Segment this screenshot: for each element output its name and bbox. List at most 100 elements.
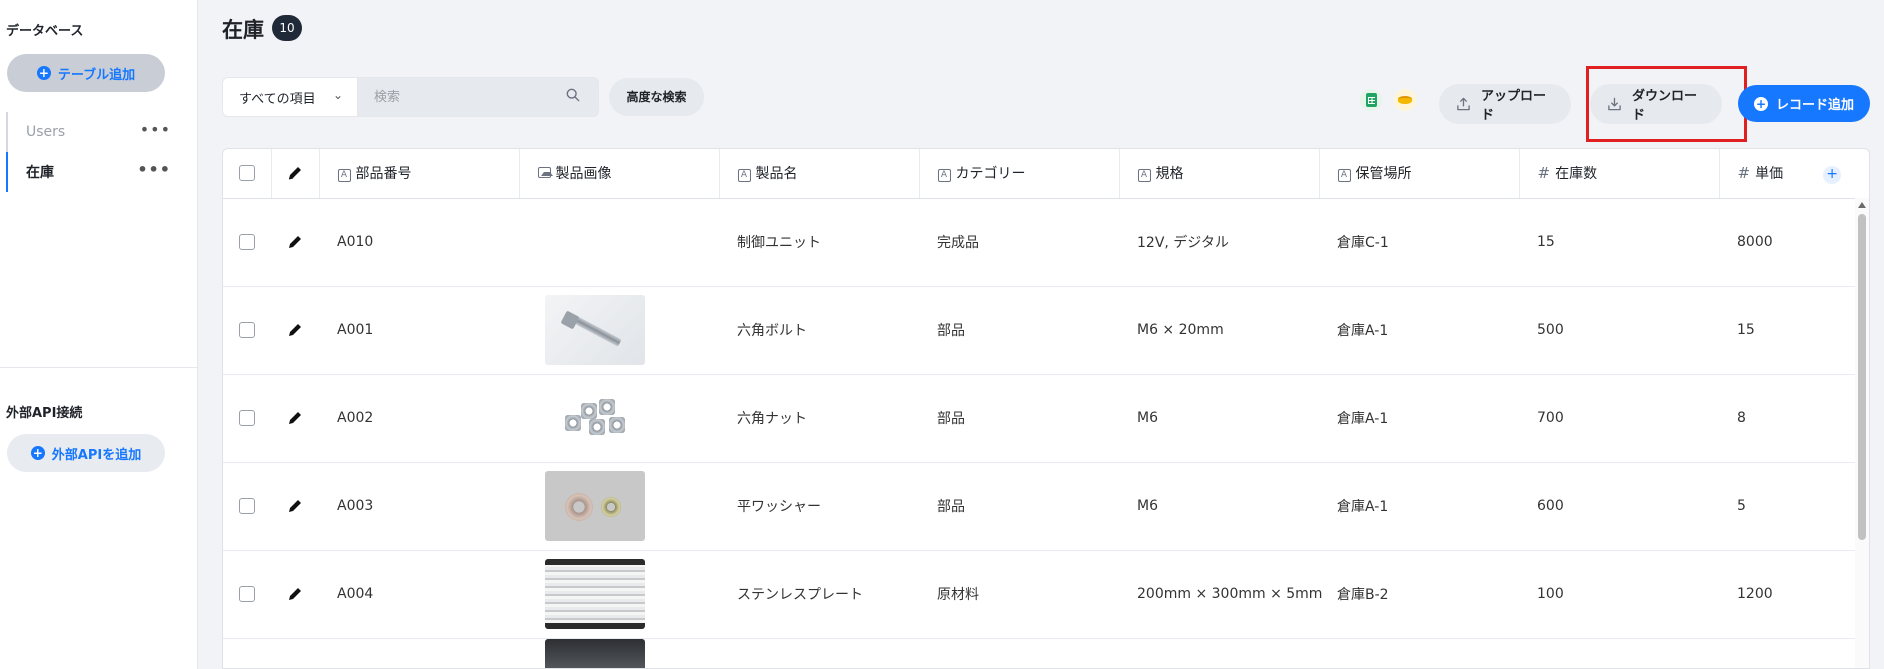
sidebar-item-inventory[interactable]: 在庫 ••• — [6, 152, 171, 192]
pencil-icon[interactable] — [286, 497, 304, 515]
product-image-plate[interactable] — [545, 559, 645, 629]
cell-stock[interactable]: 700 — [1519, 374, 1719, 463]
search-icon[interactable] — [566, 88, 580, 102]
row-checkbox[interactable] — [239, 498, 255, 514]
pencil-icon[interactable] — [286, 409, 304, 427]
cell-price[interactable]: 1200 — [1719, 550, 1857, 639]
cell-price[interactable]: 8000 — [1719, 198, 1857, 287]
cell-image[interactable] — [519, 550, 719, 639]
cell-stock[interactable]: 500 — [1519, 286, 1719, 375]
scroll-up-arrow-icon[interactable] — [1858, 202, 1866, 208]
pencil-icon[interactable] — [286, 321, 304, 339]
cell-stock[interactable] — [1519, 638, 1719, 668]
google-sheets-icon[interactable] — [1360, 89, 1382, 111]
cell-category[interactable]: 完成品 — [919, 198, 1119, 287]
column-header-stock[interactable]: # 在庫数 — [1519, 149, 1720, 199]
cell-part-no[interactable] — [319, 638, 519, 668]
column-header-category[interactable]: A カテゴリー — [919, 149, 1120, 199]
upload-button[interactable]: アップロード — [1439, 84, 1571, 124]
cell-stock[interactable]: 15 — [1519, 198, 1719, 287]
cell-spec[interactable]: 200mm × 300mm × 5mm — [1119, 550, 1322, 639]
cell-price[interactable]: 5 — [1719, 462, 1857, 551]
cell-spec[interactable] — [1119, 638, 1319, 668]
download-button[interactable]: ダウンロード — [1590, 84, 1722, 124]
cell-spec[interactable]: M6 — [1119, 374, 1319, 463]
product-image-bolt[interactable] — [545, 295, 645, 365]
cell-image[interactable] — [519, 638, 719, 668]
cell-name[interactable]: 制御ユニット — [719, 198, 919, 287]
column-header-name[interactable]: A 製品名 — [719, 149, 920, 199]
column-header-location[interactable]: A 保管場所 — [1319, 149, 1520, 199]
cell-spec[interactable]: 12V, デジタル — [1119, 198, 1319, 287]
row-checkbox[interactable] — [239, 586, 255, 602]
cell-image[interactable] — [519, 198, 719, 287]
table-row[interactable] — [223, 638, 1857, 668]
cell-part-no[interactable]: A004 — [319, 550, 519, 639]
cell-price[interactable] — [1719, 638, 1857, 668]
cell-location[interactable]: 倉庫C-1 — [1319, 198, 1519, 287]
cell-category[interactable]: 部品 — [919, 286, 1119, 375]
column-header-price[interactable]: # 単価 + — [1719, 149, 1857, 199]
cell-location[interactable]: 倉庫A-1 — [1319, 286, 1519, 375]
cell-category[interactable]: 原材料 — [919, 550, 1119, 639]
sidebar-item-users[interactable]: Users ••• — [6, 112, 171, 152]
cell-spec[interactable]: M6 × 20mm — [1119, 286, 1319, 375]
cell-location[interactable]: 倉庫A-1 — [1319, 462, 1519, 551]
cell-name[interactable]: 六角ボルト — [719, 286, 919, 375]
product-image-washer[interactable] — [545, 471, 645, 541]
cell-image[interactable] — [519, 462, 719, 551]
add-table-button[interactable]: + テーブル追加 — [7, 54, 165, 92]
advanced-search-button[interactable]: 高度な検索 — [609, 78, 704, 116]
table-row[interactable]: A002 六角ナット 部品 M6 倉庫A-1 700 8 — [223, 374, 1857, 463]
cell-part-no[interactable]: A002 — [319, 374, 519, 463]
add-api-button[interactable]: + 外部APIを追加 — [7, 434, 165, 472]
cell-stock[interactable]: 100 — [1519, 550, 1719, 639]
cell-category[interactable]: 部品 — [919, 374, 1119, 463]
scrollbar-thumb[interactable] — [1858, 214, 1866, 540]
vertical-scrollbar[interactable] — [1855, 198, 1869, 668]
pencil-icon — [288, 167, 301, 180]
pencil-icon[interactable] — [286, 585, 304, 603]
cell-part-no[interactable]: A010 — [319, 198, 519, 287]
cell-image[interactable] — [519, 286, 719, 375]
column-header-spec[interactable]: A 規格 — [1119, 149, 1320, 199]
cell-location[interactable] — [1319, 638, 1519, 668]
field-filter-select[interactable]: すべての項目 ⌄ — [222, 77, 358, 117]
more-options-icon[interactable]: ••• — [140, 120, 171, 139]
product-image[interactable] — [545, 638, 645, 668]
cell-name[interactable]: 六角ナット — [719, 374, 919, 463]
database-connect-icon[interactable] — [1394, 89, 1416, 111]
cell-category[interactable] — [919, 638, 1119, 668]
table-row[interactable]: A004 ステンレスプレート 原材料 200mm × 300mm × 5mm 倉… — [223, 550, 1857, 639]
cell-name[interactable] — [719, 638, 919, 668]
add-column-icon[interactable]: + — [1823, 165, 1842, 184]
column-header-image[interactable]: 製品画像 — [519, 149, 720, 199]
cell-location[interactable]: 倉庫A-1 — [1319, 374, 1519, 463]
cell-price[interactable]: 8 — [1719, 374, 1857, 463]
add-api-label: 外部APIを追加 — [51, 447, 142, 463]
chevron-down-icon: ⌄ — [332, 88, 343, 102]
cell-part-no[interactable]: A003 — [319, 462, 519, 551]
select-all-checkbox[interactable] — [238, 165, 255, 182]
row-checkbox[interactable] — [239, 234, 255, 250]
search-input[interactable] — [358, 78, 548, 116]
more-options-icon[interactable]: ••• — [137, 160, 171, 179]
cell-part-no[interactable]: A001 — [319, 286, 519, 375]
column-header-part-no[interactable]: A 部品番号 — [319, 149, 520, 199]
table-row[interactable]: A010 制御ユニット 完成品 12V, デジタル 倉庫C-1 15 8000 — [223, 198, 1857, 287]
cell-image[interactable] — [519, 374, 719, 463]
cell-name[interactable]: ステンレスプレート — [719, 550, 919, 639]
cell-category[interactable]: 部品 — [919, 462, 1119, 551]
row-checkbox[interactable] — [239, 322, 255, 338]
product-image-nut[interactable] — [545, 383, 645, 453]
cell-spec[interactable]: M6 — [1119, 462, 1319, 551]
table-row[interactable]: A003 平ワッシャー 部品 M6 倉庫A-1 600 5 — [223, 462, 1857, 551]
cell-stock[interactable]: 600 — [1519, 462, 1719, 551]
cell-price[interactable]: 15 — [1719, 286, 1857, 375]
cell-name[interactable]: 平ワッシャー — [719, 462, 919, 551]
add-record-button[interactable]: + レコード追加 — [1738, 85, 1870, 122]
pencil-icon[interactable] — [286, 233, 304, 251]
row-checkbox[interactable] — [239, 410, 255, 426]
table-row[interactable]: A001 六角ボルト 部品 M6 × 20mm 倉庫A-1 500 15 — [223, 286, 1857, 375]
cell-location[interactable]: 倉庫B-2 — [1319, 550, 1519, 639]
